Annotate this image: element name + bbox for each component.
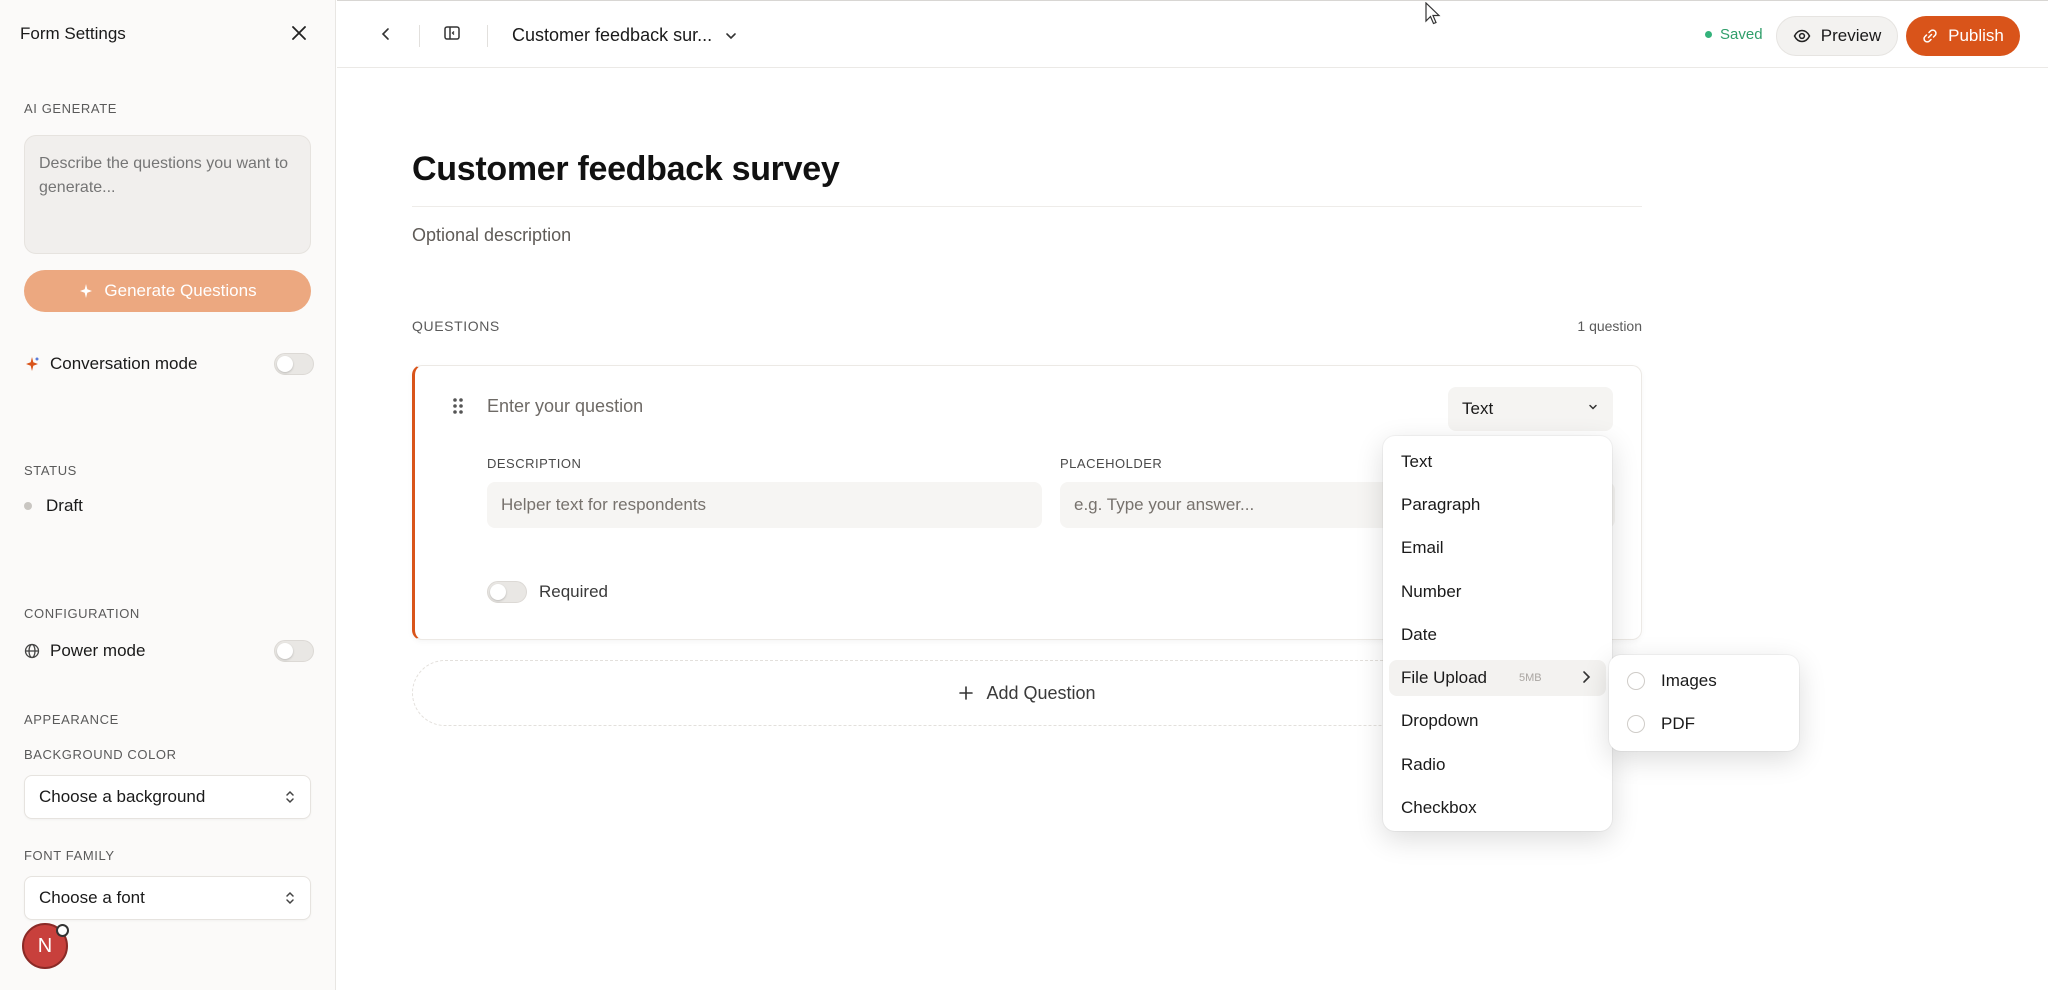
menu-item-paragraph[interactable]: Paragraph <box>1389 487 1606 523</box>
settings-sidebar: Form Settings AI GENERATE Generate Quest… <box>0 0 336 990</box>
pdf-label: PDF <box>1661 714 1695 733</box>
question-type-select[interactable]: Text <box>1448 387 1613 431</box>
status-value: Draft <box>46 496 83 515</box>
chevron-right-icon <box>1583 671 1591 683</box>
form-name: Customer feedback sur... <box>512 25 713 45</box>
font-select[interactable]: Choose a font <box>24 876 311 920</box>
sidebar-title: Form Settings <box>20 24 126 43</box>
menu-item-file-upload[interactable]: File Upload 5MB <box>1389 660 1606 696</box>
top-bar: Customer feedback sur... Saved Preview P… <box>337 0 2048 68</box>
form-description[interactable]: Optional description <box>412 225 571 246</box>
saved-label: Saved <box>1720 26 1763 43</box>
font-select-value: Choose a font <box>39 888 145 907</box>
status-dot <box>24 502 32 510</box>
title-divider <box>412 206 1642 207</box>
add-question-label: Add Question <box>986 682 1096 703</box>
status-heading: STATUS <box>24 463 77 478</box>
power-mode-toggle[interactable] <box>274 640 314 662</box>
publish-button[interactable]: Publish <box>1906 16 2020 56</box>
conversation-mode-toggle[interactable] <box>274 353 314 375</box>
question-count: 1 question <box>1577 318 1642 334</box>
pdf-checkbox[interactable] <box>1627 715 1645 733</box>
plus-icon <box>959 686 974 700</box>
eye-icon <box>1793 29 1811 43</box>
link-icon <box>1923 29 1937 43</box>
menu-item-number[interactable]: Number <box>1389 574 1606 610</box>
form-title[interactable]: Customer feedback survey <box>412 150 840 189</box>
configuration-heading: CONFIGURATION <box>24 606 140 621</box>
globe-icon <box>24 643 40 659</box>
mouse-cursor-icon <box>1425 2 1441 25</box>
divider <box>419 25 420 47</box>
file-upload-label: File Upload <box>1401 668 1487 687</box>
preview-label: Preview <box>1820 26 1882 45</box>
menu-item-email[interactable]: Email <box>1389 530 1606 566</box>
questions-heading: QUESTIONS <box>412 318 500 334</box>
background-color-heading: BACKGROUND COLOR <box>24 747 177 762</box>
images-checkbox[interactable] <box>1627 672 1645 690</box>
question-type-menu: Text Paragraph Email Number Date File Up… <box>1383 436 1612 831</box>
close-icon[interactable] <box>288 22 310 44</box>
menu-item-dropdown[interactable]: Dropdown <box>1389 703 1606 739</box>
background-select[interactable]: Choose a background <box>24 775 311 819</box>
chevron-updown-icon <box>286 790 294 804</box>
conversation-mode-label: Conversation mode <box>50 354 198 373</box>
saved-dot <box>1705 31 1712 38</box>
conversation-mode-row: Conversation mode <box>24 352 314 376</box>
back-icon[interactable] <box>377 25 395 48</box>
required-label: Required <box>539 582 608 601</box>
notification-badge <box>56 924 69 937</box>
chevron-down-icon <box>1589 404 1597 410</box>
questions-header: QUESTIONS 1 question <box>412 318 1642 334</box>
power-mode-row: Power mode <box>24 639 314 663</box>
menu-item-checkbox[interactable]: Checkbox <box>1389 790 1606 826</box>
ai-prompt-input[interactable] <box>24 135 311 254</box>
question-type-value: Text <box>1462 399 1494 418</box>
images-label: Images <box>1661 671 1717 690</box>
placeholder-label: PLACEHOLDER <box>1060 456 1163 471</box>
sparkle-icon <box>80 284 93 298</box>
saved-indicator: Saved <box>1705 26 1763 43</box>
question-input[interactable]: Enter your question <box>487 396 643 417</box>
drag-handle-icon[interactable] <box>451 396 465 421</box>
description-input[interactable]: Helper text for respondents <box>487 482 1042 528</box>
status-value-row: Draft <box>24 496 83 516</box>
ai-generate-heading: AI GENERATE <box>24 101 118 116</box>
panel-toggle-icon[interactable] <box>443 24 461 47</box>
font-family-heading: FONT FAMILY <box>24 848 115 863</box>
chevron-down-icon <box>726 32 736 39</box>
submenu-item-pdf[interactable]: PDF <box>1627 714 1695 734</box>
generate-questions-button[interactable]: Generate Questions <box>24 270 311 312</box>
power-mode-label: Power mode <box>50 641 146 660</box>
form-name-dropdown[interactable]: Customer feedback sur... <box>512 25 738 46</box>
menu-item-date[interactable]: Date <box>1389 617 1606 653</box>
required-toggle[interactable] <box>487 581 527 603</box>
menu-item-radio[interactable]: Radio <box>1389 747 1606 783</box>
preview-button[interactable]: Preview <box>1776 16 1898 56</box>
submenu-item-images[interactable]: Images <box>1627 671 1717 691</box>
sparkle-icon <box>26 357 39 371</box>
required-row: Required <box>487 581 608 603</box>
file-size-limit: 5MB <box>1519 672 1542 684</box>
chevron-updown-icon <box>286 891 294 905</box>
divider <box>487 25 488 47</box>
description-label: DESCRIPTION <box>487 456 582 471</box>
file-type-submenu: Images PDF <box>1609 655 1799 751</box>
background-select-value: Choose a background <box>39 787 206 806</box>
generate-questions-label: Generate Questions <box>104 281 257 300</box>
appearance-heading: APPEARANCE <box>24 712 119 727</box>
menu-item-text[interactable]: Text <box>1389 444 1606 480</box>
publish-label: Publish <box>1948 26 2004 45</box>
